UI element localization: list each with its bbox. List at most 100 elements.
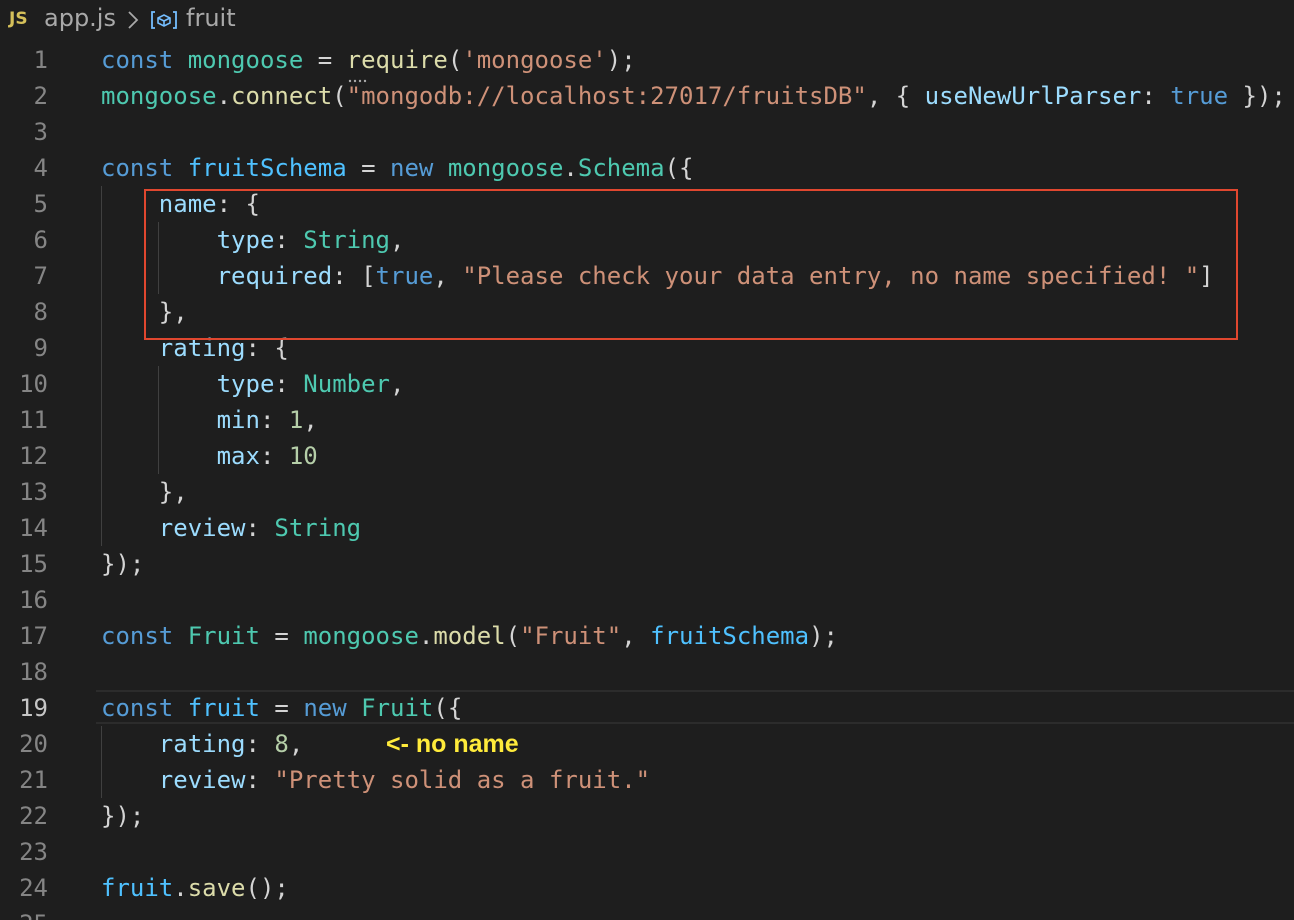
code-line: const mongoose = require('mongoose'); [101, 42, 636, 78]
code-token: 1 [288, 406, 304, 434]
code-line-active: const fruit = new Fruit({ [101, 690, 462, 726]
code-token: save [187, 874, 246, 902]
code-token: model [433, 622, 506, 650]
code-line: mongoose.connect("mongodb://localhost:27… [101, 78, 1286, 114]
code-token: 'mongoose' [462, 46, 607, 74]
code-token: ( [505, 622, 521, 650]
code-line: const fruitSchema = new mongoose.Schema(… [101, 150, 693, 186]
code-token: min [216, 406, 260, 434]
code-line: max: 10 [101, 438, 318, 474]
code-line: review: String [101, 510, 361, 546]
code-token: }, [101, 478, 188, 506]
code-token: fruit [187, 694, 260, 722]
code-token: type [216, 370, 275, 398]
code-token: useNewUrlParser [924, 82, 1142, 110]
code-token: "Fruit" [520, 622, 622, 650]
code-token: max [216, 442, 260, 470]
code-token: review [158, 514, 246, 542]
code-token: . [563, 154, 578, 182]
code-token: 10 [288, 442, 318, 470]
code-token: new [390, 154, 434, 182]
code-token: }); [101, 802, 145, 830]
code-token: const [101, 46, 174, 74]
code-token: . [216, 82, 232, 110]
code-token: , { [866, 82, 925, 110]
code-line: rating: 8, [101, 726, 304, 762]
code-token: const [101, 694, 174, 722]
code-token: mongoose [187, 46, 304, 74]
code-token: : [1141, 82, 1171, 110]
code-token: : [245, 766, 275, 794]
code-token: (); [245, 874, 289, 902]
code-token: 8 [274, 730, 289, 758]
code-token: new [303, 694, 347, 722]
code-token: , [390, 370, 405, 398]
code-line: fruit.save(); [101, 870, 289, 906]
code-token: Number [303, 370, 390, 398]
code-token: Fruit [187, 622, 260, 650]
highlight-box [144, 189, 1238, 340]
code-token: mongoose [303, 622, 419, 650]
code-token: fruit [101, 874, 174, 902]
code-area[interactable]: const mongoose = require('mongoose'); mo… [0, 0, 1294, 920]
code-token: "mongodb://localhost:27017/fruitsDB" [346, 82, 867, 110]
code-token: : [274, 370, 304, 398]
code-token: Schema [577, 154, 665, 182]
code-line: review: "Pretty solid as a fruit." [101, 762, 650, 798]
code-token: ); [809, 622, 838, 650]
code-line: const Fruit = mongoose.model("Fruit", fr… [101, 618, 838, 654]
code-token: = [259, 622, 304, 650]
code-token: fruitSchema [187, 154, 347, 182]
code-line: }); [101, 546, 144, 582]
code-token: : [259, 442, 289, 470]
code-token: . [418, 622, 434, 650]
code-token: . [173, 874, 188, 902]
code-token: = [303, 46, 347, 74]
code-line: }); [101, 798, 144, 834]
code-token: , [621, 622, 651, 650]
code-token: "Pretty solid as a fruit." [274, 766, 651, 794]
code-token: const [101, 154, 174, 182]
code-token: ( [332, 82, 347, 110]
code-token: true [1170, 82, 1229, 110]
code-token: mongoose [447, 154, 564, 182]
code-token: connect [231, 82, 333, 110]
code-token: Fruit [361, 694, 434, 722]
code-line: min: 1, [101, 402, 318, 438]
annotation-note: <- no name [386, 730, 519, 758]
code-token: ({ [664, 154, 694, 182]
code-token: String [274, 514, 362, 542]
code-line: type: Number, [101, 366, 405, 402]
code-token: }); [101, 550, 145, 578]
code-token: , [303, 406, 318, 434]
code-token: mongoose [101, 82, 217, 110]
code-token: review [158, 766, 246, 794]
code-token: const [101, 622, 174, 650]
code-token: fruitSchema [650, 622, 810, 650]
code-token: = [346, 154, 391, 182]
code-token: require [346, 46, 448, 74]
code-token: rating [158, 730, 246, 758]
code-line: }, [101, 474, 188, 510]
code-editor[interactable]: JS app.js fruit 1 2 3 4 5 6 7 8 9 10 11 … [0, 0, 1294, 920]
code-token: = [259, 694, 304, 722]
code-token: ); [606, 46, 636, 74]
code-token: : [245, 514, 275, 542]
code-token: : [245, 730, 275, 758]
code-token: : [259, 406, 289, 434]
code-token: ({ [433, 694, 463, 722]
code-token: ( [447, 46, 463, 74]
code-token: , [288, 730, 304, 758]
